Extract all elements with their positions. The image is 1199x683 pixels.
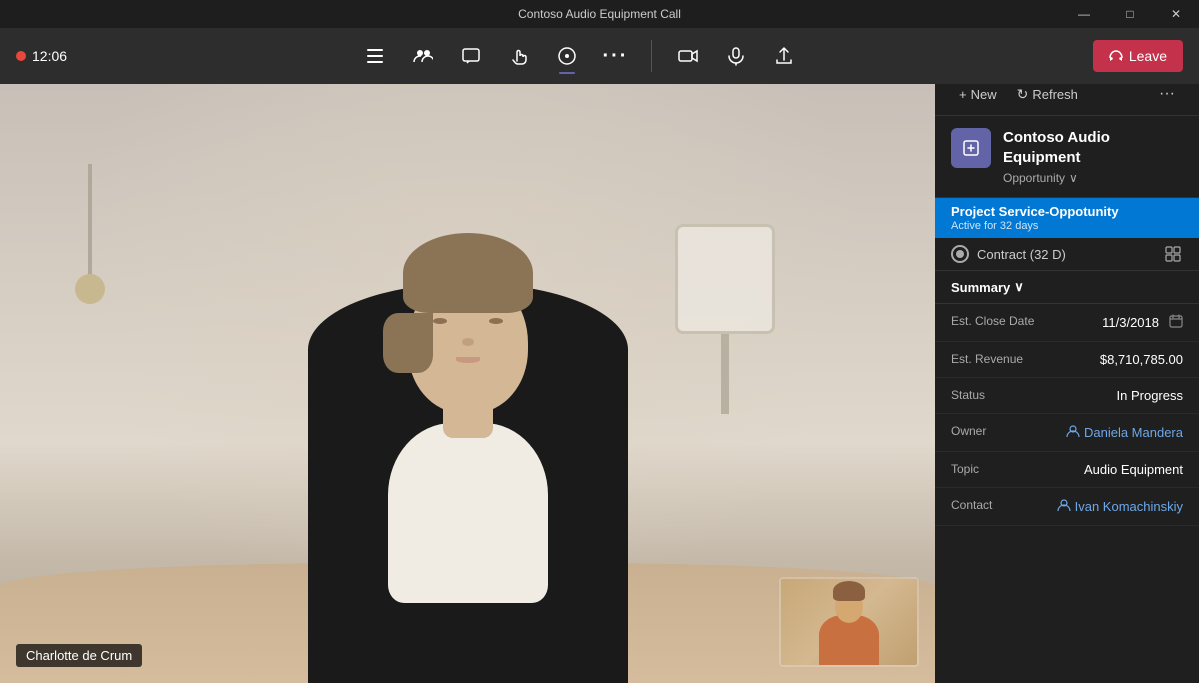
contract-info: Contract (32 D) — [951, 245, 1066, 263]
window-title: Contoso Audio Equipment Call — [518, 7, 681, 21]
thumbnail-video[interactable] — [779, 577, 919, 667]
people-button[interactable] — [403, 36, 443, 76]
participant-name: Charlotte de Crum — [26, 648, 132, 663]
project-bar[interactable]: Project Service-Oppotunity Active for 32… — [935, 198, 1199, 238]
more-options-button[interactable]: ··· — [595, 36, 635, 76]
microphone-icon — [726, 46, 746, 66]
status-label: Status — [951, 388, 1041, 402]
contact-person-icon — [1057, 498, 1071, 515]
close-button[interactable]: ✕ — [1153, 0, 1199, 28]
summary-chevron: ∨ — [1014, 279, 1024, 295]
calendar-icon[interactable] — [1169, 314, 1183, 331]
chat-button[interactable] — [451, 36, 491, 76]
leave-phone-icon — [1109, 49, 1123, 63]
person-hair-side — [383, 313, 433, 373]
contract-expand-icon[interactable] — [1163, 244, 1183, 264]
close-date-label: Est. Close Date — [951, 314, 1041, 328]
type-chevron: ∨ — [1069, 171, 1078, 185]
maximize-button[interactable]: □ — [1107, 0, 1153, 28]
side-panel: Contoso ✕ + New ↻ Refresh ··· Contoso Au… — [935, 28, 1199, 683]
participants-button[interactable] — [355, 36, 395, 76]
share-icon — [774, 46, 794, 66]
new-label: New — [971, 87, 997, 102]
summary-header[interactable]: Summary ∨ — [935, 271, 1199, 304]
leave-button[interactable]: Leave — [1093, 40, 1183, 72]
camera-button[interactable] — [668, 36, 708, 76]
microphone-button[interactable] — [716, 36, 756, 76]
status-value: In Progress — [1041, 388, 1183, 403]
owner-person-icon — [1066, 424, 1080, 441]
toolbar-icons: ··· — [67, 36, 1093, 76]
bg-chair-right — [675, 224, 775, 414]
summary-label: Summary — [951, 280, 1010, 295]
record-name: Contoso Audio Equipment — [1003, 128, 1183, 167]
time-display: 12:06 — [32, 48, 67, 64]
hand-icon — [509, 46, 529, 66]
field-close-date: Est. Close Date 11/3/2018 — [935, 304, 1199, 342]
building-icon — [961, 138, 981, 158]
close-date-value: 11/3/2018 — [1102, 315, 1159, 330]
contract-row[interactable]: Contract (32 D) — [935, 238, 1199, 271]
contact-label: Contact — [951, 498, 1041, 512]
thumbnail-bg — [781, 579, 917, 665]
minimize-button[interactable]: — — [1061, 0, 1107, 28]
revenue-value: $8,710,785.00 — [1041, 352, 1183, 367]
refresh-label: Refresh — [1032, 87, 1078, 102]
title-bar: Contoso Audio Equipment Call — □ ✕ — [0, 0, 1199, 28]
apps-icon — [557, 46, 577, 66]
refresh-icon: ↻ — [1017, 86, 1029, 103]
share-button[interactable] — [764, 36, 804, 76]
project-bar-title: Project Service-Oppotunity — [951, 204, 1183, 219]
contract-label: Contract (32 D) — [977, 247, 1066, 262]
owner-label: Owner — [951, 424, 1041, 438]
topic-value: Audio Equipment — [1041, 462, 1183, 477]
camera-icon — [678, 46, 698, 66]
project-bar-subtitle: Active for 32 days — [951, 220, 1183, 232]
field-contact: Contact Ivan Komachinskiy — [935, 488, 1199, 526]
record-icon — [951, 128, 991, 168]
name-tag: Charlotte de Crum — [16, 644, 142, 667]
contact-value[interactable]: Ivan Komachinskiy — [1075, 499, 1183, 514]
chat-icon — [461, 46, 481, 66]
expand-icon — [1165, 246, 1181, 262]
raise-hand-button[interactable] — [499, 36, 539, 76]
new-icon: + — [959, 87, 967, 102]
owner-value[interactable]: Daniela Mandera — [1084, 425, 1183, 440]
person-shirt — [388, 423, 548, 603]
more-actions-button[interactable]: ··· — [1151, 81, 1183, 107]
field-revenue: Est. Revenue $8,710,785.00 — [935, 342, 1199, 378]
record-type[interactable]: Opportunity ∨ — [1003, 171, 1183, 185]
new-button[interactable]: + New — [951, 83, 1005, 106]
field-owner: Owner Daniela Mandera — [935, 414, 1199, 452]
main-video: Charlotte de Crum — [0, 84, 935, 683]
people-icon — [413, 46, 433, 66]
apps-button[interactable] — [547, 36, 587, 76]
field-status: Status In Progress — [935, 378, 1199, 414]
record-info: Contoso Audio Equipment Opportunity ∨ — [935, 116, 1199, 198]
window-controls: — □ ✕ — [1061, 0, 1199, 28]
contract-status-icon — [951, 245, 969, 263]
toolbar-divider — [651, 40, 652, 72]
field-topic: Topic Audio Equipment — [935, 452, 1199, 488]
call-timer: 12:06 — [16, 48, 67, 64]
refresh-button[interactable]: ↻ Refresh — [1009, 82, 1086, 107]
revenue-label: Est. Revenue — [951, 352, 1041, 366]
record-details: Contoso Audio Equipment Opportunity ∨ — [1003, 128, 1183, 185]
fields-container: Est. Close Date 11/3/2018 Est. Revenue $… — [935, 304, 1199, 683]
participants-icon — [365, 46, 385, 66]
call-toolbar: 12:06 — [0, 28, 1199, 84]
person-hair — [403, 233, 533, 313]
recording-indicator — [16, 51, 26, 61]
topic-label: Topic — [951, 462, 1041, 476]
video-area: Charlotte de Crum — [0, 84, 935, 683]
thumb-hair — [833, 581, 865, 601]
